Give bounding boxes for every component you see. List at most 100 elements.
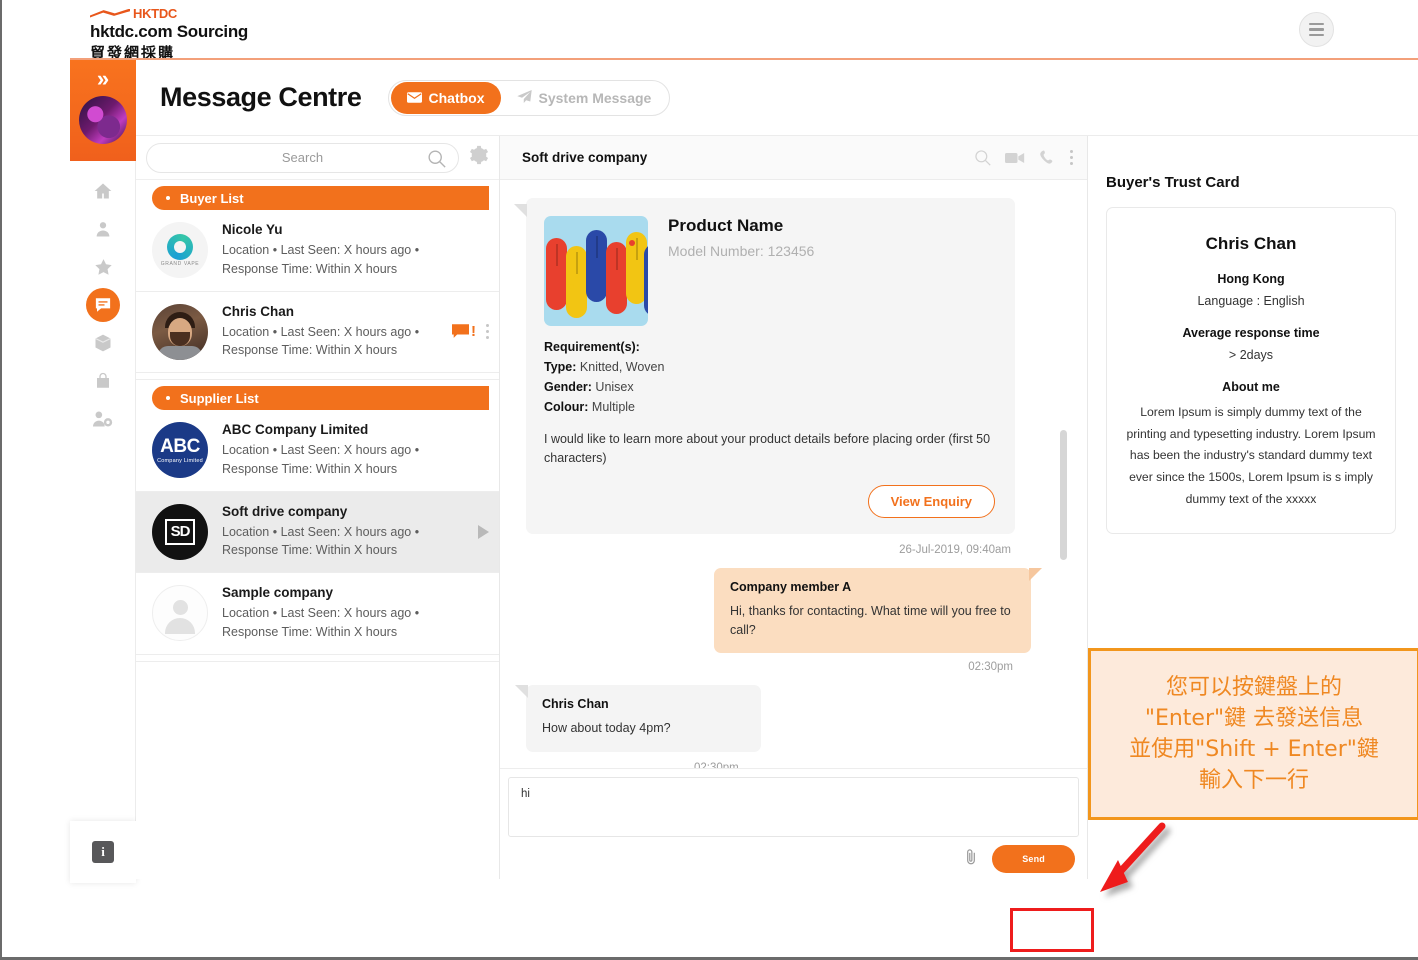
tab-system-message-label: System Message xyxy=(539,90,652,106)
requirement-label: Gender: xyxy=(544,380,592,394)
hamburger-menu-icon[interactable] xyxy=(1299,12,1334,47)
rail-item-account-settings[interactable] xyxy=(70,400,136,438)
chevron-right-icon[interactable] xyxy=(478,525,489,539)
trust-card-response-label: Average response time xyxy=(1123,326,1379,340)
rail-item-messages[interactable] xyxy=(70,286,136,324)
avatar[interactable] xyxy=(79,96,127,144)
phone-icon[interactable] xyxy=(1039,149,1056,166)
logo-wordmark: HKTDC xyxy=(133,6,177,21)
list-item-body: Nicole Yu Location • Last Seen: X hours … xyxy=(222,222,489,279)
enquiry-product-info: Product Name Model Number: 123456 xyxy=(668,216,814,326)
search-placeholder: Search xyxy=(282,150,323,165)
logo-swoosh-icon xyxy=(90,8,130,19)
list-item[interactable]: SD Soft drive company Location • Last Se… xyxy=(136,492,499,574)
tab-chatbox[interactable]: Chatbox xyxy=(391,82,501,114)
home-icon xyxy=(93,181,113,201)
box-icon xyxy=(93,333,113,353)
video-camera-icon[interactable] xyxy=(1005,151,1025,165)
group-header-buyer[interactable]: Buyer List xyxy=(152,186,489,210)
kebab-dot xyxy=(1070,162,1073,165)
list-item-meta-1: Location • Last Seen: X hours ago • xyxy=(222,523,464,542)
page-title: Message Centre xyxy=(160,82,362,113)
list-item-name: Nicole Yu xyxy=(222,222,489,237)
gear-icon[interactable] xyxy=(467,144,489,171)
hamburger-bar xyxy=(1309,28,1324,31)
bag-icon xyxy=(94,371,112,391)
group-header-buyer-label: Buyer List xyxy=(180,191,244,206)
list-item-actions: ! xyxy=(452,323,489,340)
chat-title: Soft drive company xyxy=(522,150,960,165)
list-item-body: Sample company Location • Last Seen: X h… xyxy=(222,585,489,642)
kebab-menu-icon[interactable] xyxy=(1070,150,1073,165)
requirement-value: Knitted, Woven xyxy=(580,360,665,374)
message-input[interactable]: hi xyxy=(508,777,1079,837)
annotation-line-1: 您可以按鍵盤上的 xyxy=(1166,672,1342,703)
annotation-line-2: "Enter"鍵 去發送信息 xyxy=(1145,703,1363,734)
search-input[interactable]: Search xyxy=(146,143,459,173)
group-header-supplier[interactable]: Supplier List xyxy=(152,386,489,410)
kebab-dot xyxy=(1070,156,1073,159)
avatar: ABC Company Limited xyxy=(152,422,208,478)
list-item-name: Soft drive company xyxy=(222,504,464,519)
flip-flop-shape xyxy=(644,244,648,316)
tab-chatbox-label: Chatbox xyxy=(429,90,485,106)
message-sender: Chris Chan xyxy=(542,697,745,711)
list-item-body: Chris Chan Location • Last Seen: X hours… xyxy=(222,304,438,361)
list-item-meta-2: Response Time: Within X hours xyxy=(222,541,464,560)
avatar-body xyxy=(158,346,202,360)
avatar xyxy=(152,585,208,641)
chat-panel: Soft drive company xyxy=(500,136,1088,879)
chat-scrollbar[interactable] xyxy=(1060,430,1067,560)
tab-system-message[interactable]: System Message xyxy=(501,82,668,114)
message-text: Hi, thanks for contacting. What time wil… xyxy=(730,602,1015,640)
conversation-list-panel: Search Buyer List GRAND VAPE xyxy=(136,136,500,879)
list-item[interactable]: GRAND VAPE Nicole Yu Location • Last See… xyxy=(136,210,499,292)
rail-item-favourites[interactable] xyxy=(70,248,136,286)
user-settings-icon xyxy=(92,409,114,429)
avatar-caption: GRAND VAPE xyxy=(152,261,208,267)
list-item-actions xyxy=(478,525,489,539)
send-button-highlight xyxy=(1010,908,1094,952)
enquiry-actions: View Enquiry xyxy=(544,485,995,518)
product-name: Product Name xyxy=(668,216,814,236)
tab-group: Chatbox System Message xyxy=(388,80,671,116)
flip-flop-shape xyxy=(606,242,627,314)
list-item-name: Sample company xyxy=(222,585,489,600)
rail-item-orders[interactable] xyxy=(70,362,136,400)
requirement-label: Type: xyxy=(544,360,576,374)
annotation-arrow-icon xyxy=(1090,820,1210,930)
flip-flop-shape xyxy=(586,230,607,302)
annotation-line-4: 輸入下一行 xyxy=(1199,765,1309,796)
send-button[interactable]: Send xyxy=(992,845,1075,873)
rail-item-products[interactable] xyxy=(70,324,136,362)
avatar-subtext: Company Limited xyxy=(157,458,203,464)
product-accent-dot xyxy=(569,284,574,289)
search-icon[interactable] xyxy=(974,149,991,166)
rail-item-info[interactable]: i xyxy=(70,821,136,883)
message-centre-header: Message Centre Chatbox System Message xyxy=(136,60,1418,136)
list-item[interactable]: Sample company Location • Last Seen: X h… xyxy=(136,573,499,655)
product-accent-dot xyxy=(629,240,635,246)
list-item-meta-1: Location • Last Seen: X hours ago • xyxy=(222,323,438,342)
list-item-meta-1: Location • Last Seen: X hours ago • xyxy=(222,241,489,260)
requirement-row: Gender: Unisex xyxy=(544,380,995,394)
paperclip-icon[interactable] xyxy=(964,848,978,870)
rail-item-profile[interactable] xyxy=(70,210,136,248)
trust-card-about-label: About me xyxy=(1123,380,1379,394)
unread-message-badge[interactable]: ! xyxy=(452,323,476,340)
annotation-callout: 您可以按鍵盤上的 "Enter"鍵 去發送信息 並使用"Shift + Ente… xyxy=(1088,648,1418,820)
avatar-placeholder-head xyxy=(173,600,188,615)
list-item-meta-1: Location • Last Seen: X hours ago • xyxy=(222,441,489,460)
avatar-placeholder-body xyxy=(165,618,195,634)
kebab-menu-icon[interactable] xyxy=(486,324,489,339)
double-chevron-right-icon[interactable]: » xyxy=(97,68,109,90)
trust-card-location: Hong Kong xyxy=(1123,272,1379,286)
star-icon xyxy=(93,257,114,277)
avatar-initials: ABC xyxy=(160,437,200,456)
list-item-meta-2: Response Time: Within X hours xyxy=(222,460,489,479)
rail-item-home[interactable] xyxy=(70,172,136,210)
list-item[interactable]: Chris Chan Location • Last Seen: X hours… xyxy=(136,292,499,374)
view-enquiry-button[interactable]: View Enquiry xyxy=(868,485,995,518)
requirements-title: Requirement(s): xyxy=(544,340,995,354)
list-item[interactable]: ABC Company Limited ABC Company Limited … xyxy=(136,410,499,492)
